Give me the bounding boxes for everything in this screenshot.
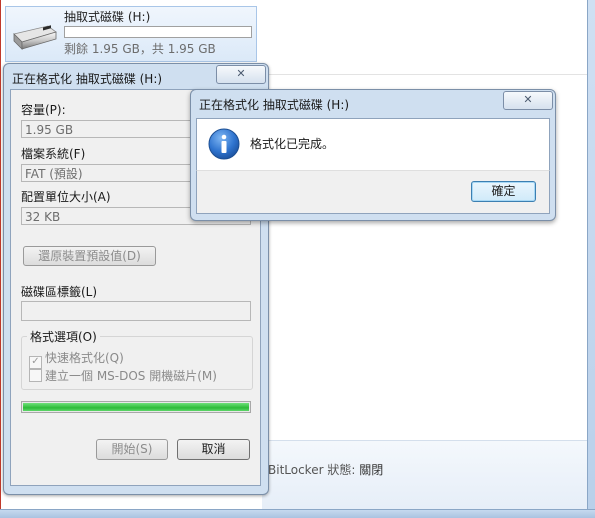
capacity-label: 容量(P): [21,103,66,117]
bitlocker-status-key: BitLocker 狀態: [268,463,356,477]
msdos-boot-option[interactable]: 建立一個 MS-DOS 開機磁片(M) [29,367,217,384]
bitlocker-status: BitLocker 狀態: 關閉 [268,461,383,478]
bitlocker-status-value: 關閉 [359,463,384,477]
explorer-divider [262,74,587,75]
quick-format-option[interactable]: ✓ 快速格式化(Q) [29,349,124,369]
message-text: 格式化已完成。 [250,137,335,151]
format-dialog-close-button[interactable]: ✕ [216,65,266,84]
usb-drive-icon [13,25,57,50]
drive-free-space: 剩餘 1.95 GB，共 1.95 GB [64,42,216,56]
close-icon: ✕ [236,67,246,80]
format-progress-fill [23,403,249,411]
volume-label-label: 磁碟區標籤(L) [21,285,98,299]
window-right-border [587,0,595,517]
volume-label-input[interactable] [21,301,251,321]
close-icon: ✕ [523,93,533,106]
quick-format-label: 快速格式化(Q) [45,351,124,365]
message-box-title: 正在格式化 抽取式磁碟 (H:) [199,98,350,112]
start-button[interactable]: 開始(S) [96,439,168,460]
info-icon [208,128,240,160]
format-options-label: 格式選項(O) [27,328,100,345]
allocation-unit-label: 配置單位大小(A) [21,190,111,204]
cancel-button[interactable]: 取消 [177,439,250,460]
message-box-close-button[interactable]: ✕ [503,91,553,110]
restore-defaults-button[interactable]: 還原裝置預設值(D) [23,246,156,266]
drive-usage-bar [64,26,252,38]
msdos-boot-label: 建立一個 MS-DOS 開機磁片(M) [45,369,217,383]
file-system-label: 檔案系統(F) [21,147,86,161]
drive-name: 抽取式磁碟 (H:) [64,10,151,24]
format-progress-bar [21,401,251,413]
msdos-boot-checkbox[interactable] [29,369,42,382]
format-dialog-title: 正在格式化 抽取式磁碟 (H:) [12,72,163,86]
ok-button[interactable]: 確定 [471,181,536,202]
